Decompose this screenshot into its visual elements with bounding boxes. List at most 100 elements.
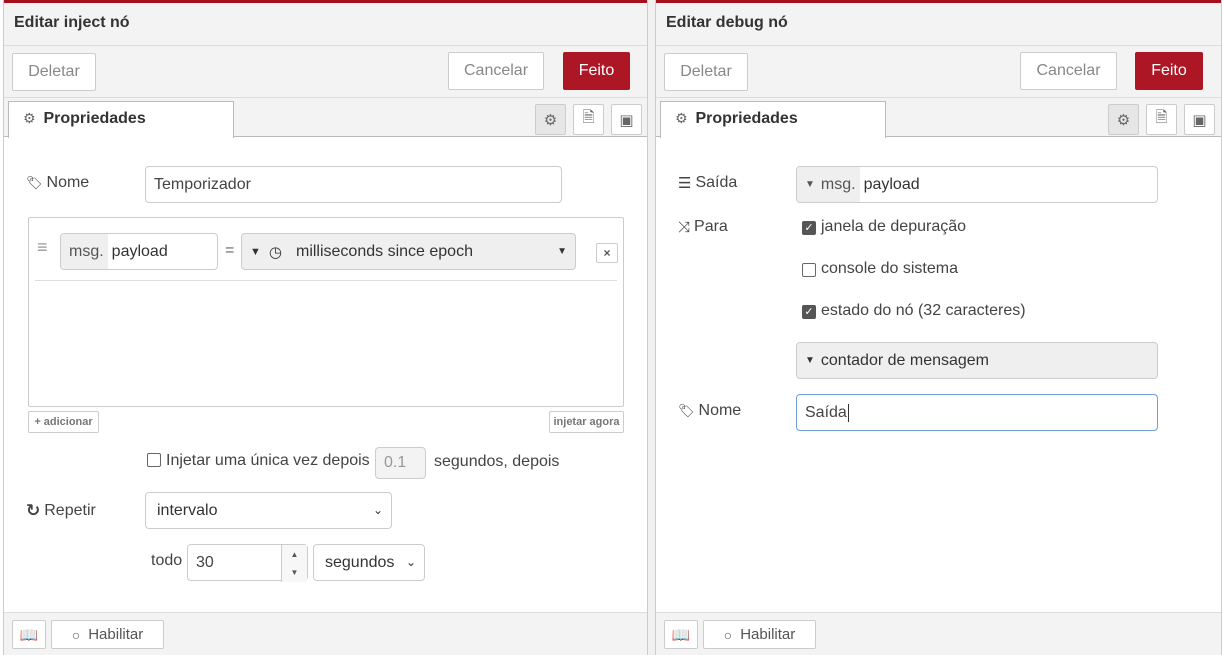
- refresh-icon: ↻: [26, 501, 41, 520]
- value-type-label: milliseconds since epoch: [295, 242, 473, 260]
- gear-icon: ⚙: [23, 110, 36, 126]
- inject-once-checkbox[interactable]: [147, 453, 161, 467]
- delete-button[interactable]: Deletar: [12, 53, 96, 91]
- file-icon: 🗎: [1155, 109, 1168, 126]
- repeat-value: intervalo: [157, 501, 218, 519]
- system-console-checkbox[interactable]: [802, 263, 816, 277]
- panel-title: Editar inject nó: [4, 3, 647, 46]
- output-property-input[interactable]: ▼ msg. payload: [796, 166, 1158, 203]
- help-button[interactable]: 📖: [12, 620, 46, 649]
- tag-icon: 🏷: [678, 403, 695, 418]
- panel-title: Editar debug nó: [656, 3, 1221, 46]
- list-icon: ☰: [678, 175, 692, 192]
- name-input[interactable]: Temporizador: [145, 166, 562, 203]
- value-type-select[interactable]: ▼ ◷ milliseconds since epoch ▼: [241, 233, 576, 270]
- row-divider: [35, 280, 617, 281]
- spin-down-icon[interactable]: ▼: [282, 563, 307, 581]
- tab-bar: ⚙ Propriedades ⚙ 🗎 ▣: [4, 98, 647, 138]
- done-button[interactable]: Feito: [1135, 52, 1203, 90]
- status-type-select[interactable]: ▼ contador de mensagem: [796, 342, 1158, 379]
- book-icon: 📖: [671, 626, 691, 644]
- msg-prefix: msg.: [820, 175, 856, 193]
- seconds-after-label: segundos, depois: [434, 453, 560, 470]
- gear-icon: ⚙: [543, 111, 558, 129]
- name-value: Saída: [805, 403, 847, 421]
- name-input[interactable]: Saída: [796, 394, 1158, 431]
- shuffle-icon: ⤨: [678, 218, 691, 236]
- output-property-value: payload: [863, 175, 920, 193]
- output-label: Saída: [695, 174, 738, 191]
- cancel-button[interactable]: Cancelar: [1020, 52, 1117, 90]
- gear-icon: ⚙: [675, 110, 688, 126]
- property-input[interactable]: msg. payload: [60, 233, 218, 270]
- name-label: Nome: [698, 402, 742, 419]
- appearance-tab-button[interactable]: ▣: [1184, 104, 1215, 135]
- tab-properties[interactable]: ⚙ Propriedades: [8, 101, 234, 138]
- to-label-row: ⤨ Para: [678, 218, 728, 236]
- name-label-row: 🏷 Nome: [26, 174, 89, 192]
- debug-edit-panel: Editar debug nó Deletar Cancelar Feito ⚙…: [655, 0, 1222, 655]
- msg-prefix: msg.: [61, 234, 108, 269]
- output-label-row: ☰ Saída: [678, 174, 737, 192]
- to-label: Para: [694, 218, 728, 235]
- gear-icon: ⚙: [1116, 111, 1131, 129]
- cancel-button[interactable]: Cancelar: [448, 52, 544, 90]
- repeat-select[interactable]: intervalo ⌄: [145, 492, 392, 529]
- tab-label: Propriedades: [43, 110, 146, 127]
- tab-properties[interactable]: ⚙ Propriedades: [660, 101, 886, 138]
- output-type-dropdown[interactable]: ▼ msg.: [797, 167, 860, 202]
- book-icon: 📖: [19, 626, 39, 644]
- frame-icon: ▣: [619, 111, 634, 129]
- drag-handle-icon[interactable]: ≡: [37, 238, 48, 256]
- add-button[interactable]: + adicionar: [28, 411, 99, 433]
- done-button[interactable]: Feito: [563, 52, 630, 90]
- name-label: Nome: [46, 174, 90, 191]
- remove-row-button[interactable]: ×: [596, 243, 618, 263]
- node-status-label: estado do nó (32 caracteres): [821, 302, 1026, 319]
- appearance-tab-button[interactable]: ▣: [611, 104, 642, 135]
- system-console-label: console do sistema: [821, 260, 958, 277]
- inject-once-delay-input[interactable]: 0.1: [375, 447, 426, 479]
- enable-label: Habilitar: [740, 626, 796, 643]
- equals-sign: =: [225, 242, 235, 259]
- inject-now-button[interactable]: injetar agora: [549, 411, 624, 433]
- file-icon: 🗎: [582, 109, 595, 126]
- repeat-label: Repetir: [44, 502, 96, 519]
- description-tab-button[interactable]: 🗎: [1146, 104, 1177, 135]
- node-status-checkbox[interactable]: ✓: [802, 305, 816, 319]
- tag-icon: 🏷: [26, 175, 43, 190]
- delete-button[interactable]: Deletar: [664, 53, 748, 91]
- enable-label: Habilitar: [88, 626, 144, 643]
- interval-input[interactable]: 30 ▲ ▼: [187, 544, 308, 582]
- interval-unit-select[interactable]: segundos ⌄: [313, 544, 425, 581]
- chevron-down-icon: ⌄: [405, 555, 416, 569]
- inject-once-label: Injetar uma única vez depois: [166, 452, 370, 469]
- spin-up-icon[interactable]: ▲: [282, 545, 307, 563]
- caret-down-icon: ▼: [805, 179, 815, 190]
- every-label: todo: [151, 552, 183, 569]
- debug-window-checkbox[interactable]: ✓: [802, 221, 816, 235]
- debug-window-label: janela de depuração: [821, 218, 967, 235]
- settings-tab-button[interactable]: ⚙: [535, 104, 566, 135]
- name-label-row: 🏷 Nome: [678, 402, 741, 420]
- plus-icon: +: [34, 416, 41, 428]
- settings-tab-button[interactable]: ⚙: [1108, 104, 1139, 135]
- tab-label: Propriedades: [695, 110, 798, 127]
- interval-spinner[interactable]: ▲ ▼: [281, 545, 307, 582]
- panel-footer: 📖 ○ Habilitar: [4, 612, 647, 655]
- caret-down-icon: ▼: [250, 245, 261, 258]
- enable-toggle[interactable]: ○ Habilitar: [703, 620, 816, 649]
- button-bar: Deletar Cancelar Feito: [4, 46, 647, 98]
- circle-icon: ○: [723, 626, 733, 643]
- panel-divider[interactable]: [648, 0, 655, 655]
- caret-down-icon: ▼: [805, 355, 815, 366]
- help-button[interactable]: 📖: [664, 620, 698, 649]
- circle-icon: ○: [71, 626, 81, 643]
- caret-down-icon: ▼: [557, 246, 567, 257]
- repeat-label-row: ↻ Repetir: [26, 501, 96, 521]
- inject-edit-panel: Editar inject nó Deletar Cancelar Feito …: [3, 0, 648, 655]
- enable-toggle[interactable]: ○ Habilitar: [51, 620, 164, 649]
- interval-value: 30: [196, 553, 214, 571]
- description-tab-button[interactable]: 🗎: [573, 104, 604, 135]
- tab-bar: ⚙ Propriedades ⚙ 🗎 ▣: [656, 98, 1221, 138]
